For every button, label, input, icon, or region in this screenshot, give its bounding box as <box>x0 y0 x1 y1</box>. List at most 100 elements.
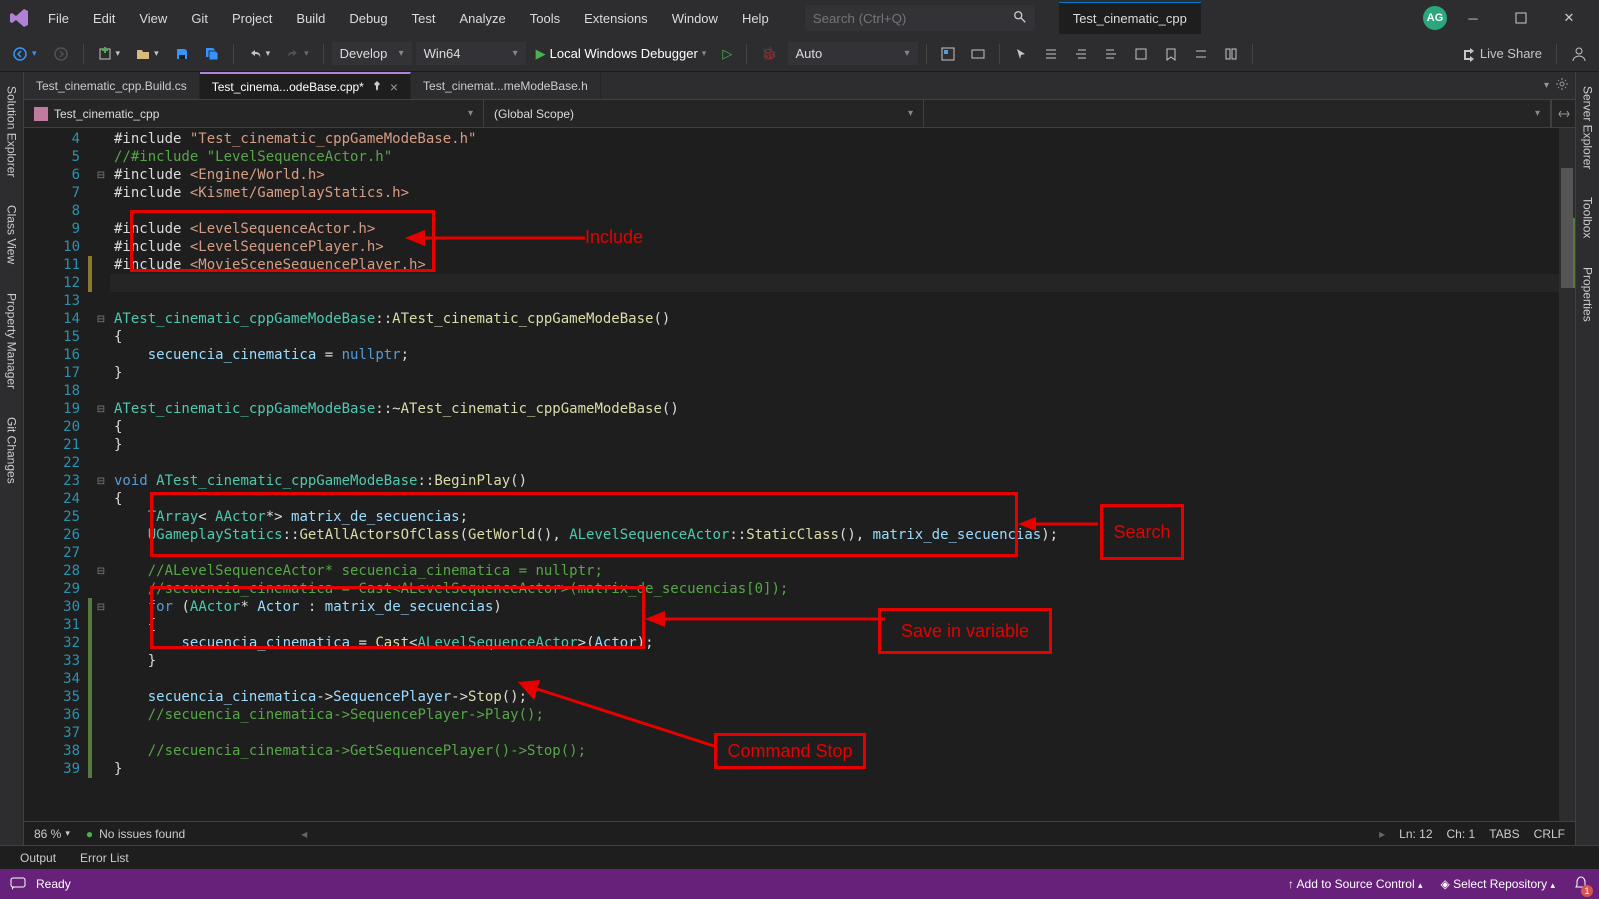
code-line[interactable] <box>110 724 1575 742</box>
fold-indicator[interactable]: ⊟ <box>92 472 110 490</box>
new-project-button[interactable]: ▾ <box>92 43 127 65</box>
code-line[interactable]: } <box>110 760 1575 778</box>
code-line[interactable]: UGameplayStatics::GetAllActorsOfClass(Ge… <box>110 526 1575 544</box>
nav-scope-dropdown[interactable]: (Global Scope) ▾ <box>484 100 924 127</box>
auto-dropdown[interactable]: Auto ▾ <box>788 42 918 65</box>
menu-edit[interactable]: Edit <box>81 5 127 32</box>
vertical-scrollbar[interactable] <box>1559 128 1575 821</box>
save-button[interactable] <box>169 43 195 65</box>
code-line[interactable]: { <box>110 328 1575 346</box>
notifications-bell[interactable]: 1 <box>1573 875 1589 894</box>
rail-tab-class-view[interactable]: Class View <box>3 199 21 270</box>
code-line[interactable]: //secuencia_cinematica = Cast<ALevelSequ… <box>110 580 1575 598</box>
code-line[interactable]: #include <MovieSceneSequencePlayer.h> <box>110 256 1575 274</box>
open-file-button[interactable]: ▾ <box>130 43 165 65</box>
fold-indicator[interactable]: ⊟ <box>92 166 110 184</box>
start-without-debug-button[interactable]: ▷ <box>716 42 738 66</box>
code-line[interactable] <box>110 670 1575 688</box>
search-box[interactable] <box>805 5 1035 31</box>
doc-tab[interactable]: Test_cinema...odeBase.cpp*× <box>200 72 411 99</box>
rail-tab-property-manager[interactable]: Property Manager <box>3 287 21 395</box>
live-share-button[interactable]: Live Share <box>1454 42 1548 66</box>
code-content[interactable]: #include "Test_cinematic_cppGameModeBase… <box>110 128 1575 821</box>
select-repository[interactable]: ◈ Select Repository ▴ <box>1441 877 1556 891</box>
menu-file[interactable]: File <box>36 5 81 32</box>
issues-indicator[interactable]: ● No issues found <box>86 827 185 841</box>
config-dropdown[interactable]: Develop ▾ <box>332 42 412 65</box>
toolbar-btn-3[interactable] <box>1038 43 1064 65</box>
code-line[interactable]: void ATest_cinematic_cppGameModeBase::Be… <box>110 472 1575 490</box>
code-line[interactable]: secuencia_cinematica = Cast<ALevelSequen… <box>110 634 1575 652</box>
menu-view[interactable]: View <box>127 5 179 32</box>
user-icon[interactable] <box>1565 42 1593 66</box>
maximize-button[interactable] <box>1499 2 1543 34</box>
nav-member-dropdown[interactable]: ▾ <box>924 100 1551 127</box>
code-line[interactable]: } <box>110 364 1575 382</box>
menu-project[interactable]: Project <box>220 5 284 32</box>
rail-tab-git-changes[interactable]: Git Changes <box>3 411 21 490</box>
code-line[interactable]: //secuencia_cinematica->SequencePlayer->… <box>110 706 1575 724</box>
code-line[interactable]: } <box>110 436 1575 454</box>
toolbar-btn-8[interactable] <box>1218 43 1244 65</box>
nav-split-icon[interactable] <box>1551 100 1575 127</box>
code-line[interactable]: { <box>110 616 1575 634</box>
code-line[interactable] <box>110 454 1575 472</box>
code-line[interactable]: secuencia_cinematica = nullptr; <box>110 346 1575 364</box>
code-line[interactable]: //#include "LevelSequenceActor.h" <box>110 148 1575 166</box>
code-line[interactable]: secuencia_cinematica->SequencePlayer->St… <box>110 688 1575 706</box>
rail-tab-properties[interactable]: Properties <box>1579 261 1597 328</box>
undo-button[interactable]: ▾ <box>242 43 277 65</box>
menu-analyze[interactable]: Analyze <box>447 5 517 32</box>
toolbar-btn-7[interactable] <box>1188 43 1214 65</box>
code-line[interactable]: { <box>110 490 1575 508</box>
pin-icon[interactable] <box>372 80 382 94</box>
menu-git[interactable]: Git <box>179 5 220 32</box>
tab-dropdown-icon[interactable]: ▾ <box>1544 80 1549 91</box>
gear-icon[interactable] <box>1555 77 1569 94</box>
avatar[interactable]: AG <box>1423 6 1447 30</box>
code-line[interactable]: { <box>110 418 1575 436</box>
fold-indicator[interactable]: ⊟ <box>92 310 110 328</box>
toolbar-btn-6[interactable] <box>1128 43 1154 65</box>
toolbar-btn-2[interactable] <box>965 43 991 65</box>
toolbar-btn-5[interactable] <box>1098 43 1124 65</box>
code-line[interactable]: #include "Test_cinematic_cppGameModeBase… <box>110 130 1575 148</box>
rail-tab-solution-explorer[interactable]: Solution Explorer <box>3 80 21 183</box>
close-icon[interactable]: × <box>390 79 398 95</box>
menu-help[interactable]: Help <box>730 5 781 32</box>
menu-debug[interactable]: Debug <box>337 5 399 32</box>
save-all-button[interactable] <box>199 43 225 65</box>
menu-extensions[interactable]: Extensions <box>572 5 660 32</box>
nav-project-dropdown[interactable]: Test_cinematic_cpp ▾ <box>24 100 484 127</box>
code-line[interactable] <box>110 382 1575 400</box>
add-source-control[interactable]: ↑ Add to Source Control ▴ <box>1288 877 1423 891</box>
code-line[interactable]: #include <Kismet/GameplayStatics.h> <box>110 184 1575 202</box>
menu-test[interactable]: Test <box>400 5 448 32</box>
minimize-button[interactable]: ─ <box>1451 2 1495 34</box>
start-debug-button[interactable]: ▶ Local Windows Debugger ▾ <box>530 42 713 66</box>
cursor-icon[interactable] <box>1008 43 1034 65</box>
zoom-dropdown[interactable]: 86 % ▾ <box>34 827 70 841</box>
platform-dropdown[interactable]: Win64 ▾ <box>416 42 526 65</box>
code-line[interactable] <box>110 202 1575 220</box>
code-line[interactable]: #include <LevelSequenceActor.h> <box>110 220 1575 238</box>
bookmark-icon[interactable] <box>1158 43 1184 65</box>
code-line[interactable]: for (AActor* Actor : matrix_de_secuencia… <box>110 598 1575 616</box>
fold-indicator[interactable]: ⊟ <box>92 400 110 418</box>
close-button[interactable]: ✕ <box>1547 2 1591 34</box>
code-line[interactable]: #include <Engine/World.h> <box>110 166 1575 184</box>
code-line[interactable]: TArray< AActor*> matrix_de_secuencias; <box>110 508 1575 526</box>
code-line[interactable] <box>110 274 1575 292</box>
toolbar-btn-4[interactable] <box>1068 43 1094 65</box>
code-line[interactable]: } <box>110 652 1575 670</box>
code-line[interactable] <box>110 544 1575 562</box>
fold-gutter[interactable]: ⊟⊟⊟⊟⊟⊟ <box>92 128 110 821</box>
bottom-tab-error-list[interactable]: Error List <box>70 847 139 869</box>
menu-tools[interactable]: Tools <box>518 5 572 32</box>
scrollbar-thumb[interactable] <box>1561 168 1573 288</box>
rail-tab-toolbox[interactable]: Toolbox <box>1579 191 1597 244</box>
code-line[interactable]: #include <LevelSequencePlayer.h> <box>110 238 1575 256</box>
code-line[interactable]: //ALevelSequenceActor* secuencia_cinemat… <box>110 562 1575 580</box>
doc-tab[interactable]: Test_cinemat...meModeBase.h <box>411 72 601 99</box>
code-editor[interactable]: 4567891011121314151617181920212223242526… <box>24 128 1575 821</box>
